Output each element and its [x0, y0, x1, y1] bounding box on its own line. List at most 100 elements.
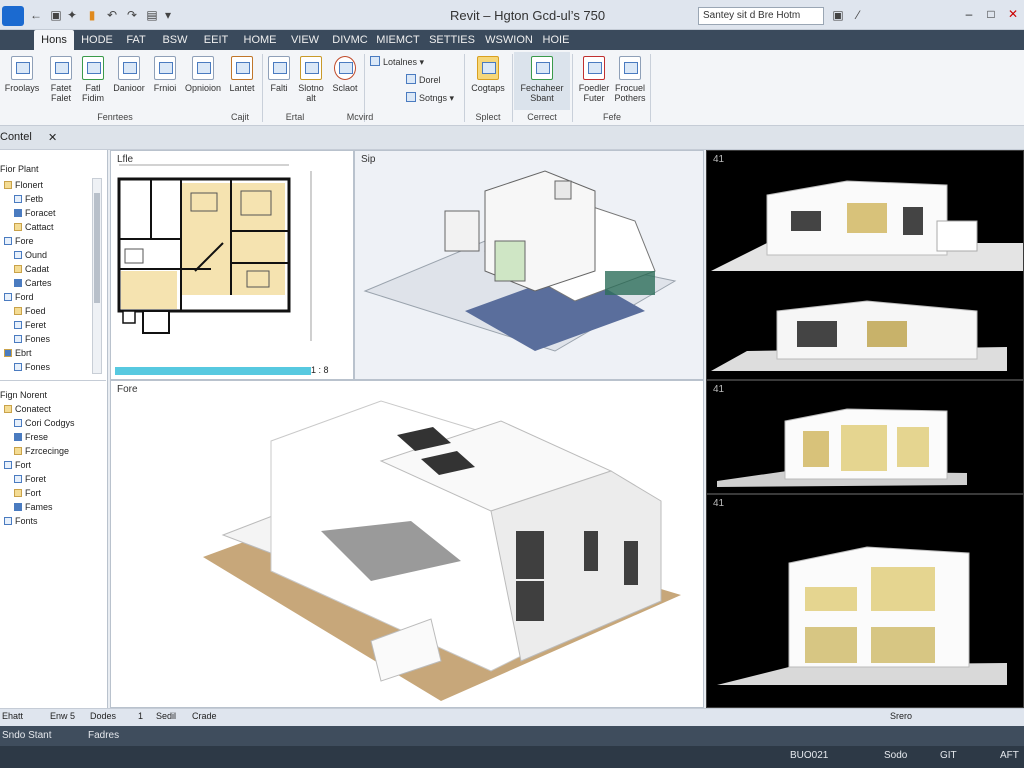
folder-icon — [477, 56, 499, 80]
browser-tree-item[interactable]: Feret — [4, 318, 56, 332]
save-icon[interactable]: ▣ — [48, 7, 64, 23]
browser-tree-item[interactable]: Frese — [4, 430, 75, 444]
ribbon-button-falti[interactable]: Falti — [264, 56, 294, 93]
ribbon-button-foedler[interactable]: Foedler Futer — [576, 56, 612, 103]
browser-tree-item[interactable]: Fones — [4, 332, 56, 346]
ribbon-tab-bar: Hons HODE FAT BSW EEIT HOME VIEW DIVMC M… — [0, 30, 1024, 50]
browser-tree-item[interactable]: Cori Codgys — [4, 416, 75, 430]
view-control-right[interactable]: Srero — [890, 711, 912, 721]
status-text: Sndo Stant — [2, 730, 52, 741]
browser-tree-item[interactable]: Fzrcecinge — [4, 444, 75, 458]
tab-view[interactable]: VIEW — [286, 30, 324, 50]
app-logo-icon[interactable] — [2, 6, 24, 26]
browser-tree-label: Cadat — [25, 264, 50, 274]
view-control-item[interactable]: 1 — [138, 711, 143, 721]
properties-label: Contel — [0, 131, 32, 143]
floor-plan-view[interactable]: Lfle 1 : 8 — [110, 150, 354, 380]
browser-tree-item[interactable]: Fort — [4, 486, 75, 500]
view-icon — [14, 363, 22, 371]
browser-tree-item[interactable]: Cartes — [4, 276, 56, 290]
browser-group-title[interactable]: Fior Plant — [0, 162, 39, 176]
browser-tree-item[interactable]: Ound — [4, 248, 56, 262]
ribbon-button-label: Fatet Falet — [50, 83, 72, 103]
render-view-top[interactable]: 41 — [706, 150, 1024, 380]
status-right-item[interactable]: Sodo — [884, 746, 907, 766]
view-control-item[interactable]: Sedil — [156, 711, 176, 721]
back-arrow-icon[interactable]: ← — [28, 7, 44, 23]
ribbon-button-opnioion[interactable]: Opnioion — [182, 56, 224, 93]
pin-icon[interactable]: ⁄ — [850, 7, 866, 23]
isometric-view[interactable]: Sip — [354, 150, 704, 380]
tab-setties[interactable]: SETTIES — [426, 30, 478, 50]
dropdown-icon[interactable]: ▾ — [160, 7, 176, 23]
browser-scrollbar[interactable] — [92, 178, 102, 374]
ribbon-button-cogtaps[interactable]: Cogtaps — [468, 56, 508, 93]
browser-tree-item[interactable]: Fonts — [4, 514, 75, 528]
undo-icon[interactable]: ↶ — [104, 7, 120, 23]
ribbon-button-danioor[interactable]: Danioor — [108, 56, 150, 93]
browser-tree-item[interactable]: Foret — [4, 472, 75, 486]
view-control-item[interactable]: Dodes — [90, 711, 116, 721]
print-icon[interactable]: ▤ — [144, 7, 160, 23]
view-control-item[interactable]: Ehatt — [2, 711, 23, 721]
tab-miemct[interactable]: MIEMCT — [374, 30, 422, 50]
render-view-bottom[interactable]: 41 — [706, 494, 1024, 708]
document-icon — [82, 56, 104, 80]
ribbon-button-frocuel[interactable]: Frocuel Pothers — [612, 56, 648, 103]
browser-tree-item[interactable]: Fore — [4, 234, 56, 248]
ribbon-button-slotno[interactable]: Slotno alt — [294, 56, 328, 103]
browser-tree-item[interactable]: Fones — [4, 360, 56, 374]
browser-tree-item[interactable]: Fetb — [4, 192, 56, 206]
browser-group-title[interactable]: Fign Norent — [0, 388, 47, 402]
ribbon-small-sotngs[interactable]: Sotngs ▾ — [406, 90, 454, 106]
tab-eeit[interactable]: EEIT — [198, 30, 234, 50]
ribbon-button-lantet[interactable]: Lantet — [224, 56, 260, 93]
ribbon-button-frnioi[interactable]: Frnioi — [148, 56, 182, 93]
ribbon-button-fatet[interactable]: Fatet Falet — [44, 56, 78, 103]
open-file-icon[interactable]: ▮ — [84, 7, 100, 23]
browser-tree-item[interactable]: Flonert — [4, 178, 56, 192]
tool-icon[interactable]: ✦ — [64, 7, 80, 23]
browser-tree-item[interactable]: Fames — [4, 500, 75, 514]
tab-hoie[interactable]: HOIE — [538, 30, 574, 50]
browser-group-list: Flonert Fetb Foracet Cattact Fore Ound Cadat Ca… — [4, 178, 56, 374]
browser-tree-item[interactable]: Fort — [4, 458, 75, 472]
tab-bsw[interactable]: BSW — [156, 30, 194, 50]
maximize-button[interactable]: □ — [980, 4, 1002, 24]
browser-tree-item[interactable]: Cattact — [4, 220, 56, 234]
browser-tree-item[interactable]: Foracet — [4, 206, 56, 220]
redo-icon[interactable]: ↷ — [124, 7, 140, 23]
browser-tree-item[interactable]: Ebrt — [4, 346, 56, 360]
render-drawing — [717, 408, 967, 487]
browser-tree-item[interactable]: Conatect — [4, 402, 75, 416]
browser-tree-item[interactable]: Cadat — [4, 262, 56, 276]
folder-icon — [14, 265, 22, 273]
scrollbar-thumb[interactable] — [94, 193, 100, 303]
ribbon-button-sclaot[interactable]: Sclaot — [328, 56, 362, 93]
status-right-item[interactable]: GIT — [940, 746, 957, 766]
minimize-button[interactable]: – — [958, 4, 980, 24]
search-input[interactable]: Santey sit d Bre Hotm — [698, 7, 824, 25]
browser-tree-item[interactable]: Foed — [4, 304, 56, 318]
view-control-item[interactable]: Crade — [192, 711, 217, 721]
3d-model-view[interactable]: Fore — [110, 380, 704, 708]
tab-hode[interactable]: HODE — [76, 30, 118, 50]
view-control-item[interactable]: Enw 5 — [50, 711, 75, 721]
render-view-middle[interactable]: 41 — [706, 380, 1024, 494]
close-button[interactable]: ✕ — [1002, 4, 1024, 24]
tab-wswion[interactable]: WSWION — [484, 30, 534, 50]
close-icon[interactable]: ✕ — [48, 131, 57, 144]
tab-divmc[interactable]: DIVMC — [330, 30, 370, 50]
ribbon-small-dorel[interactable]: Dorel — [406, 72, 441, 88]
ribbon-small-lotalnes[interactable]: Lotalnes ▾ — [370, 54, 424, 70]
tab-home[interactable]: Hons — [34, 30, 74, 50]
tab-home-2[interactable]: HOME — [238, 30, 282, 50]
ribbon-button-froolays[interactable]: Froolays — [2, 56, 42, 93]
status-bar-lower: BUO021 Sodo GIT AFT — [0, 746, 1024, 768]
ribbon-button-fechaheer[interactable]: Fechaheer Sbant — [514, 52, 570, 110]
status-right-item[interactable]: AFT — [1000, 746, 1019, 766]
tab-fat[interactable]: FAT — [120, 30, 152, 50]
search-icon[interactable]: ▣ — [830, 7, 846, 23]
ribbon-button-fatl[interactable]: Fatl Fidim — [78, 56, 108, 103]
browser-tree-item[interactable]: Ford — [4, 290, 56, 304]
